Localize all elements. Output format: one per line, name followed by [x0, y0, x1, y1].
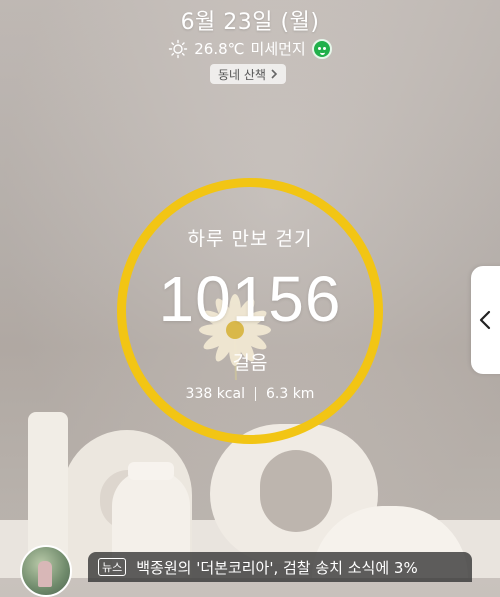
chevron-right-icon	[271, 69, 278, 79]
stats-divider	[254, 387, 256, 401]
sun-icon	[169, 39, 188, 58]
temperature-label: 26.8℃	[194, 39, 245, 58]
wallpaper-vase-small-neck	[128, 462, 174, 480]
step-unit: 걸음	[232, 352, 268, 374]
smiley-icon	[311, 38, 332, 59]
step-stats: 338 kcal 6.3 km	[0, 386, 500, 402]
step-widget-title: 하루 만보 걷기	[187, 228, 313, 250]
wallpaper-vase-o-hole	[260, 450, 332, 532]
step-count: 10156	[158, 263, 342, 335]
weather-row[interactable]: 26.8℃ 미세먼지	[0, 38, 500, 59]
calories-label: 338 kcal	[185, 386, 245, 402]
walk-chip-button[interactable]: 동네 산책	[210, 64, 286, 84]
chevron-left-icon	[479, 310, 491, 330]
date-label: 6월 23일 (월)	[180, 10, 320, 35]
news-avatar[interactable]	[20, 545, 72, 597]
news-badge: 뉴스	[98, 558, 127, 576]
distance-label: 6.3 km	[265, 386, 315, 402]
edge-panel-handle[interactable]	[471, 266, 500, 374]
dust-label: 미세먼지	[250, 40, 306, 58]
news-headline: 백종원의 '더본코리아', 검찰 송치 소식에 3%	[136, 558, 418, 577]
walk-chip-label: 동네 산책	[218, 67, 266, 82]
